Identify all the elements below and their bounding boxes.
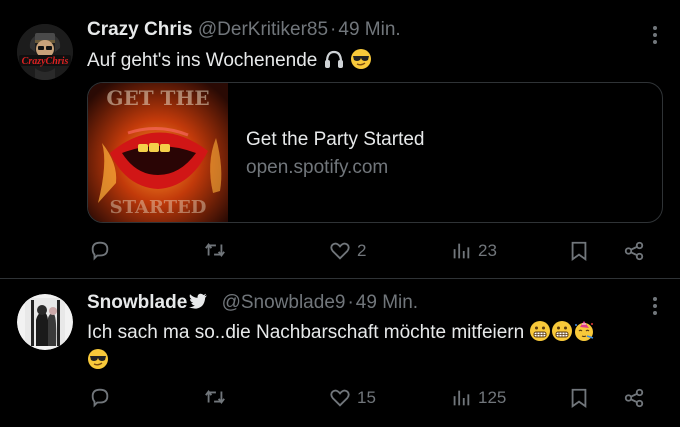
share-button[interactable] — [623, 240, 645, 262]
twitter-bird-icon — [189, 293, 208, 309]
views-button[interactable]: 125 — [450, 387, 506, 409]
like-button[interactable]: 2 — [329, 240, 366, 262]
avatar[interactable]: CrazyChris — [17, 24, 73, 80]
avatar-image: CrazyChris — [17, 24, 73, 80]
view-count: 23 — [478, 241, 497, 260]
author-name[interactable]: Snowblade — [87, 292, 187, 313]
views-icon — [453, 243, 470, 259]
more-options-icon[interactable] — [652, 26, 658, 44]
tweet[interactable]: CrazyChris Crazy Chris @DerKritiker85 · 49… — [0, 0, 680, 279]
tweet-text-line-2 — [87, 348, 109, 372]
retweet-button[interactable] — [203, 239, 227, 261]
bookmark-button[interactable] — [569, 387, 589, 409]
tweet-text: Ich sach ma so..die Nachbarschaft möchte… — [87, 320, 595, 344]
views-icon — [453, 390, 470, 406]
svg-text:CrazyChris: CrazyChris — [22, 56, 69, 67]
sunglasses-face-emoji — [350, 49, 371, 69]
retweet-icon — [205, 242, 225, 258]
svg-text:STARTED: STARTED — [110, 197, 207, 218]
heart-icon — [330, 242, 350, 260]
reply-icon — [91, 241, 109, 261]
headphones-emoji — [324, 50, 343, 68]
tweet-header: Snowblade @Snowblade9 · 49 Min. — [87, 292, 418, 314]
separator: · — [330, 19, 337, 40]
card-thumbnail: GET THE STARTED — [88, 83, 228, 222]
share-button[interactable] — [623, 387, 645, 409]
tweet-text-content: Ich sach ma so..die Nachbarschaft möchte… — [87, 322, 525, 343]
reply-button[interactable] — [89, 386, 111, 408]
timestamp[interactable]: 49 Min. — [338, 19, 400, 40]
grimacing-face-emoji — [530, 321, 551, 341]
retweet-icon — [205, 389, 225, 405]
reply-button[interactable] — [89, 239, 111, 261]
partying-face-emoji — [575, 321, 594, 341]
like-count: 2 — [357, 241, 367, 260]
card-title[interactable]: Get the Party Started — [246, 129, 424, 151]
tweet[interactable]: Snowblade @Snowblade9 · 49 Min. Ich sach m… — [0, 280, 680, 427]
views-button[interactable]: 23 — [450, 240, 497, 262]
more-options-icon[interactable] — [652, 297, 658, 315]
link-card[interactable]: GET THE STARTED Get the Party Started op… — [87, 82, 663, 223]
author-handle[interactable]: @Snowblade9 — [222, 292, 346, 313]
like-button[interactable]: 15 — [329, 387, 376, 409]
view-count: 125 — [478, 388, 507, 407]
tweet-header: Crazy Chris @DerKritiker85 · 49 Min. — [87, 19, 401, 41]
card-domain[interactable]: open.spotify.com — [246, 157, 388, 179]
separator: · — [347, 292, 354, 313]
like-count: 15 — [357, 388, 376, 407]
card-thumb-text: GET THE — [106, 86, 209, 110]
tweet-text: Auf geht's ins Wochenende — [87, 48, 372, 72]
reply-icon — [91, 388, 109, 408]
action-bar: 15 125 — [0, 384, 680, 414]
tweet-text-content: Auf geht's ins Wochenende — [87, 50, 318, 71]
bookmark-button[interactable] — [569, 240, 589, 262]
sunglasses-face-emoji — [88, 349, 108, 369]
share-icon — [624, 241, 644, 261]
bookmark-icon — [571, 388, 587, 409]
grimacing-face-emoji — [552, 321, 573, 341]
author-handle[interactable]: @DerKritiker85 — [198, 19, 328, 40]
action-bar: 2 23 — [0, 237, 680, 267]
author-name[interactable]: Crazy Chris — [87, 19, 193, 40]
heart-icon — [330, 389, 350, 407]
retweet-button[interactable] — [203, 386, 227, 408]
bookmark-icon — [571, 241, 587, 262]
timestamp[interactable]: 49 Min. — [356, 292, 418, 313]
share-icon — [624, 388, 644, 408]
